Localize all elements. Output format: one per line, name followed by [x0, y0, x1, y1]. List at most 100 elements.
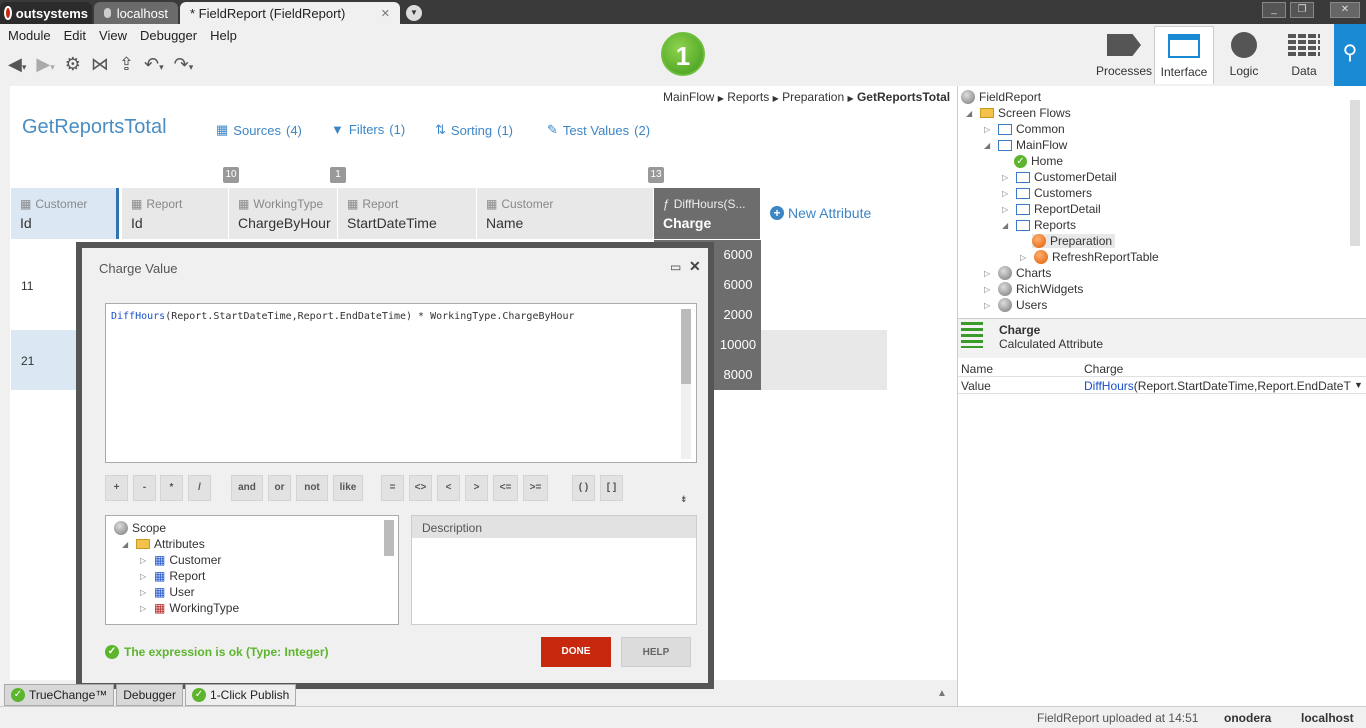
column-header-selected[interactable]: ƒ DiffHours(S... Charge — [654, 188, 761, 239]
column-header[interactable]: ▦ WorkingType ChargeByHour — [229, 188, 338, 239]
publish-tab[interactable]: ✓ 1-Click Publish — [184, 684, 297, 706]
tree-common[interactable]: ▷ Common — [984, 122, 1065, 136]
op-like-button[interactable]: like — [333, 475, 363, 501]
tab-dropdown-button[interactable]: ▼ — [406, 5, 422, 21]
scope-item[interactable]: ▷ ▦ User — [114, 584, 390, 600]
tree-root[interactable]: FieldReport — [961, 90, 1041, 104]
tree-charts[interactable]: ▷ Charts — [984, 266, 1051, 280]
scope-item[interactable]: ▷ ▦ Customer — [114, 552, 390, 568]
column-header[interactable]: ▦ Customer Id — [11, 188, 119, 239]
op-brackets-button[interactable]: [ ] — [600, 475, 623, 501]
tab-logic[interactable]: Logic — [1214, 26, 1274, 84]
forward-icon[interactable]: ▶▾ — [36, 54, 54, 75]
column-header[interactable]: ▦ Customer Name — [477, 188, 654, 239]
scope-item[interactable]: ▷ ▦ WorkingType — [114, 600, 390, 616]
sorting-label: Sorting — [450, 122, 493, 138]
sources-link[interactable]: ▦ Sources (4) — [216, 122, 302, 138]
processes-icon — [1094, 30, 1154, 60]
op-or-button[interactable]: or — [268, 475, 291, 501]
tree-root-label: FieldReport — [979, 90, 1042, 104]
tree-customer-detail[interactable]: ▷ CustomerDetail — [1002, 170, 1117, 184]
scope-attributes[interactable]: ◢ Attributes — [114, 536, 390, 552]
sorting-link[interactable]: ⇅ Sorting (1) — [435, 122, 513, 138]
tree-reports[interactable]: ◢ Reports — [1002, 218, 1076, 232]
tree-customers[interactable]: ▷ Customers — [1002, 186, 1092, 200]
tab-interface[interactable]: Interface — [1154, 26, 1214, 84]
tree-home[interactable]: ✓ Home — [1014, 154, 1063, 168]
op-notequal-button[interactable]: <> — [409, 475, 432, 501]
op-lessequal-button[interactable]: <= — [493, 475, 518, 501]
expand-panel-icon[interactable]: ▲ — [937, 688, 947, 699]
scope-root[interactable]: Scope — [114, 520, 390, 536]
close-window-icon[interactable]: ✕ — [1330, 2, 1360, 18]
new-attribute-button[interactable]: + New Attribute — [770, 205, 871, 221]
tree-scrollbar[interactable] — [1350, 100, 1360, 246]
op-parens-button[interactable]: ( ) — [572, 475, 595, 501]
close-dialog-icon[interactable]: ✕ — [689, 258, 701, 275]
tree-mainflow[interactable]: ◢ MainFlow — [984, 138, 1067, 152]
app-logo-tab[interactable]: outsystems — [0, 2, 92, 24]
op-minus-button[interactable]: - — [133, 475, 156, 501]
tab-data-label: Data — [1291, 64, 1317, 78]
module-tab[interactable]: * FieldReport (FieldReport) ✕ — [180, 2, 400, 24]
op-divide-button[interactable]: / — [188, 475, 211, 501]
test-values-count: (2) — [634, 122, 651, 138]
op-and-button[interactable]: and — [231, 475, 263, 501]
breadcrumb-mainflow[interactable]: MainFlow — [663, 90, 714, 104]
menu-edit[interactable]: Edit — [64, 28, 86, 43]
compare-icon[interactable]: ⋈ — [91, 54, 109, 75]
property-value[interactable]: Charge — [1084, 362, 1123, 376]
op-greaterequal-button[interactable]: >= — [523, 475, 548, 501]
tree-preparation[interactable]: Preparation — [1032, 234, 1116, 248]
truechange-tab[interactable]: ✓ TrueChange™ — [4, 684, 115, 706]
undo-icon[interactable]: ↶▾ — [144, 54, 164, 75]
scope-item[interactable]: ▷ ▦ Report — [114, 568, 390, 584]
menu-view[interactable]: View — [99, 28, 127, 43]
redo-icon[interactable]: ↷▾ — [174, 54, 194, 75]
op-less-button[interactable]: < — [437, 475, 460, 501]
op-plus-button[interactable]: + — [105, 475, 128, 501]
tab-data[interactable]: Data — [1274, 26, 1334, 84]
property-row-name[interactable]: Name Charge — [958, 360, 1366, 377]
back-icon[interactable]: ◀▾ — [8, 54, 26, 75]
merge-icon[interactable]: ⇪ — [119, 54, 134, 75]
breadcrumb-preparation[interactable]: Preparation — [782, 90, 844, 104]
expand-icon[interactable]: ⇟ — [680, 494, 688, 505]
menu-help[interactable]: Help — [210, 28, 237, 43]
localhost-tab[interactable]: localhost — [94, 2, 178, 24]
tree-screen-flows[interactable]: ◢ Screen Flows — [966, 106, 1071, 120]
expr-scrollbar[interactable] — [681, 309, 691, 459]
help-button[interactable]: HELP — [621, 637, 691, 667]
op-not-button[interactable]: not — [296, 475, 328, 501]
search-icon[interactable]: ⚲ — [1334, 24, 1366, 86]
expression-editor[interactable]: DiffHours(Report.StartDateTime,Report.En… — [105, 303, 697, 463]
tree-refresh[interactable]: ▷ RefreshReportTable — [1020, 250, 1159, 264]
tree-report-detail[interactable]: ▷ ReportDetail — [1002, 202, 1101, 216]
menu-debugger[interactable]: Debugger — [140, 28, 197, 43]
tree-richwidgets[interactable]: ▷ RichWidgets — [984, 282, 1083, 296]
op-multiply-button[interactable]: * — [160, 475, 183, 501]
filters-link[interactable]: ▼ Filters (1) — [331, 122, 405, 137]
column-header[interactable]: ▦ Report Id — [122, 188, 229, 239]
minimize-icon[interactable]: _ — [1262, 2, 1286, 18]
gear-icon[interactable]: ⚙ — [65, 54, 81, 75]
done-button[interactable]: DONE — [541, 637, 611, 667]
op-equal-button[interactable]: = — [381, 475, 404, 501]
tree-users[interactable]: ▷ Users — [984, 298, 1047, 312]
scope-scrollbar[interactable] — [384, 520, 394, 556]
step-badge[interactable]: 1 — [661, 32, 705, 76]
close-tab-icon[interactable]: ✕ — [381, 7, 390, 20]
breadcrumb-reports[interactable]: Reports — [727, 90, 769, 104]
debugger-tab[interactable]: Debugger — [116, 684, 183, 706]
menu-module[interactable]: Module — [8, 28, 51, 43]
status-user: onodera — [1224, 711, 1272, 725]
maximize-icon[interactable]: ❐ — [1290, 2, 1314, 18]
test-values-link[interactable]: ✎ Test Values (2) — [547, 122, 650, 138]
maximize-dialog-icon[interactable]: ▭ — [670, 260, 681, 274]
tab-processes[interactable]: Processes — [1094, 26, 1154, 84]
property-row-value[interactable]: Value DiffHours(Report.StartDateTime,Rep… — [958, 377, 1366, 394]
scope-tree[interactable]: Scope ◢ Attributes ▷ ▦ Customer ▷ ▦ Report ▷ ▦… — [105, 515, 399, 625]
chevron-down-icon[interactable]: ▼ — [1354, 380, 1363, 390]
op-greater-button[interactable]: > — [465, 475, 488, 501]
column-header[interactable]: ▦ Report StartDateTime — [338, 188, 477, 239]
